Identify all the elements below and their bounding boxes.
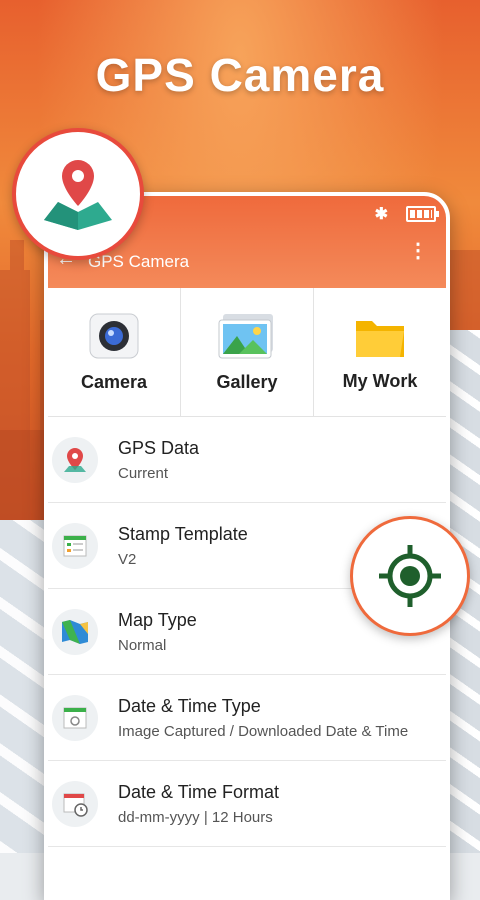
gallery-tile[interactable]: Gallery: [181, 288, 314, 416]
gallery-label: Gallery: [216, 371, 278, 392]
setting-date-time-format[interactable]: Date & Time Format dd-mm-yyyy | 12 Hours: [48, 761, 446, 847]
calendar-clock-icon: [52, 780, 98, 827]
hero-title: GPS Camera: [95, 49, 385, 101]
setting-value: Image Captured / Downloaded Date & Time: [118, 722, 409, 740]
datetime-type-icon: [52, 694, 98, 741]
setting-value: V2: [118, 550, 137, 568]
setting-value: dd-mm-yyyy | 12 Hours: [118, 808, 273, 826]
gps-target-badge: [350, 516, 470, 636]
location-pin-icon: [52, 436, 98, 483]
more-options-icon[interactable]: ⋮: [408, 241, 428, 261]
camera-icon: [89, 313, 139, 358]
bluetooth-icon: ✱: [374, 206, 388, 223]
setting-gps-data[interactable]: GPS Data Current: [48, 417, 446, 503]
my-work-label: My Work: [342, 370, 418, 391]
setting-title: Date & Time Format: [118, 781, 280, 802]
my-work-tile[interactable]: My Work: [314, 288, 446, 416]
camera-tile[interactable]: Camera: [48, 288, 181, 416]
map-icon: [52, 608, 98, 655]
setting-value: Current: [118, 464, 169, 482]
location-badge: [12, 128, 144, 260]
status-bar: ✱: [374, 204, 439, 224]
setting-title: Map Type: [118, 609, 197, 630]
template-icon: [52, 522, 98, 569]
crosshair-icon: [379, 545, 441, 607]
main-tiles: Camera Gallery My Work: [48, 288, 446, 417]
camera-label: Camera: [80, 371, 148, 392]
folder-icon: [356, 320, 404, 357]
setting-title: Date & Time Type: [118, 695, 261, 716]
gallery-icon: [218, 313, 273, 358]
setting-value: Normal: [118, 636, 167, 654]
map-pin-icon: [44, 160, 112, 230]
setting-title: GPS Data: [118, 437, 200, 458]
setting-date-time-type[interactable]: Date & Time Type Image Captured / Downlo…: [48, 675, 446, 761]
battery-icon: [406, 206, 439, 222]
setting-title: Stamp Template: [118, 523, 248, 544]
